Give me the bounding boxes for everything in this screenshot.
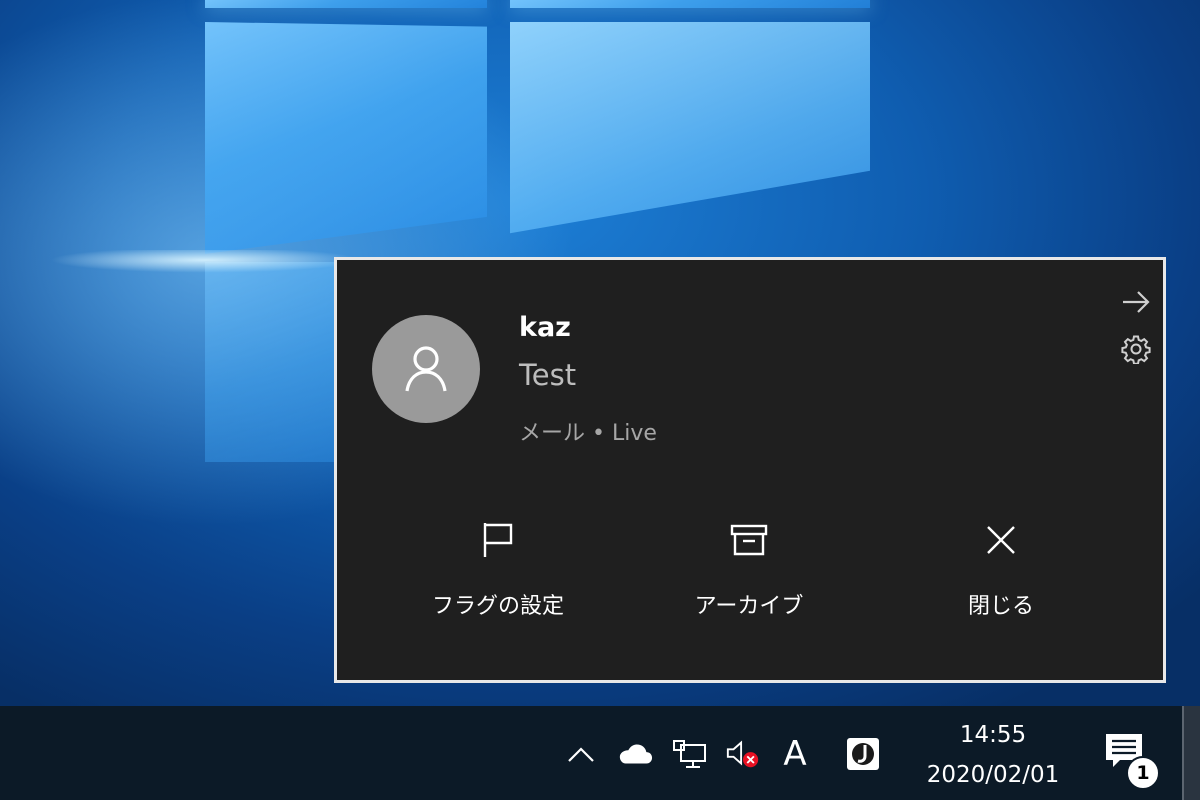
sender-avatar <box>372 315 480 423</box>
volume-button[interactable] <box>725 736 761 772</box>
archive-button[interactable]: アーカイブ <box>639 510 859 630</box>
onedrive-button[interactable] <box>617 736 653 772</box>
wallpaper-window-pane <box>510 0 870 8</box>
flag-button[interactable]: フラグの設定 <box>388 510 608 630</box>
wallpaper-window-pane <box>205 0 487 8</box>
network-icon <box>673 740 706 768</box>
clock-time: 14:55 <box>959 722 1027 748</box>
dismiss-button[interactable] <box>1119 285 1153 319</box>
close-button-label: 閉じる <box>967 594 1034 619</box>
volume-muted-icon <box>726 740 759 768</box>
show-desktop-button[interactable] <box>1182 706 1200 800</box>
mail-subject: Test <box>519 358 577 392</box>
close-icon <box>981 520 1021 560</box>
arrow-right-icon <box>1123 291 1150 313</box>
action-center-button[interactable]: 1 <box>1102 730 1162 790</box>
wallpaper-window-pane <box>205 22 487 254</box>
notification-actions: フラグの設定 アーカイブ 閉じる <box>337 510 1163 630</box>
flag-icon <box>478 520 518 560</box>
app-source-label: メール • Live <box>519 421 657 446</box>
gear-icon <box>1121 335 1151 364</box>
clock-date: 2020/02/01 <box>926 762 1060 788</box>
person-icon <box>405 346 447 392</box>
network-button[interactable] <box>672 736 708 772</box>
sender-name: kaz <box>519 312 571 343</box>
ime-mode-indicator[interactable]: A <box>777 734 813 774</box>
onedrive-cloud-icon <box>619 744 653 764</box>
close-button[interactable]: 閉じる <box>891 510 1111 630</box>
show-hidden-icons-button[interactable] <box>563 736 599 772</box>
wallpaper-window-pane <box>510 22 870 234</box>
app-tray-button[interactable] <box>845 736 881 772</box>
chevron-up-icon <box>568 747 594 762</box>
mail-toast-notification[interactable]: kaz Test メール • Live フラグの設定 アーカイブ 閉じる <box>334 257 1166 683</box>
app-icon <box>847 738 879 770</box>
taskbar-clock[interactable]: 14:55 2020/02/01 <box>905 718 1081 798</box>
notification-settings-button[interactable] <box>1119 332 1153 366</box>
archive-button-label: アーカイブ <box>694 594 804 619</box>
flag-button-label: フラグの設定 <box>431 594 564 619</box>
taskbar: A 14:55 2020/02/01 1 <box>0 706 1200 800</box>
archive-icon <box>729 520 769 560</box>
notification-count-badge: 1 <box>1126 756 1160 790</box>
